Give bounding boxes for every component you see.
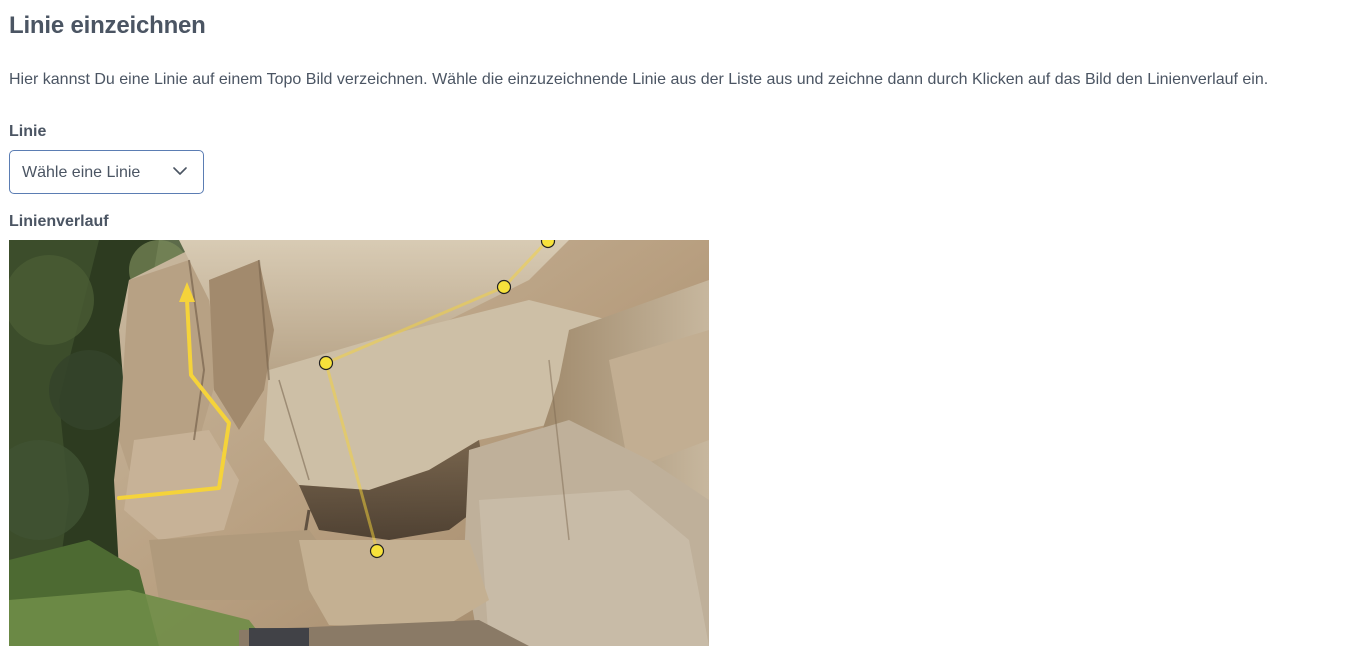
line-select-label: Linie	[9, 123, 47, 140]
line-point[interactable]	[540, 240, 556, 249]
chevron-down-icon	[173, 167, 187, 175]
line-point[interactable]	[369, 543, 385, 559]
page-title: Linie einzeichnen	[9, 12, 206, 39]
topo-label: Linienverlauf	[9, 213, 109, 230]
line-select-value: Wähle eine Linie	[22, 164, 141, 181]
line-point[interactable]	[318, 355, 334, 371]
page-description: Hier kannst Du eine Linie auf einem Topo…	[9, 71, 1269, 88]
topo-image[interactable]	[9, 240, 709, 646]
line-select[interactable]: Wähle eine Linie	[9, 150, 204, 194]
line-point[interactable]	[496, 279, 512, 295]
draw-line-page: Linie einzeichnen Hier kannst Du eine Li…	[0, 0, 1368, 658]
